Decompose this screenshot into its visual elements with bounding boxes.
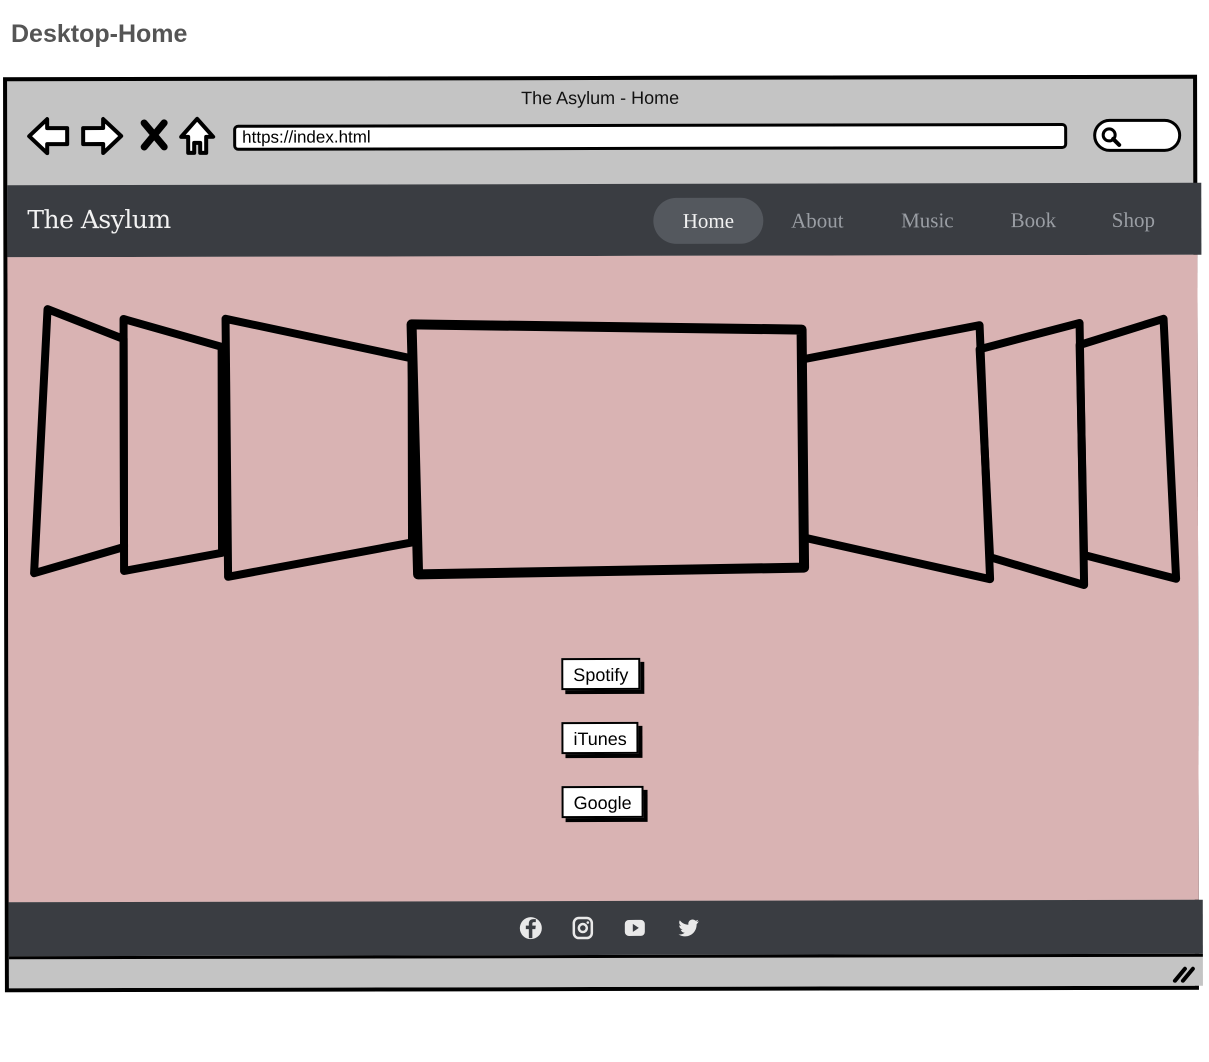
twitter-icon[interactable] xyxy=(675,914,703,942)
forward-arrow-icon[interactable] xyxy=(79,115,125,157)
nav-about[interactable]: About xyxy=(769,197,865,243)
search-icon xyxy=(1101,127,1122,147)
nav-shop[interactable]: Shop xyxy=(1085,197,1181,243)
google-button[interactable]: Google xyxy=(561,785,644,819)
itunes-button[interactable]: iTunes xyxy=(561,721,639,755)
carousel-slide-5 xyxy=(797,321,995,584)
carousel-slide-1 xyxy=(30,305,129,578)
address-bar[interactable]: https://index.html xyxy=(233,123,1068,151)
carousel-slide-6 xyxy=(975,318,1089,589)
facebook-icon[interactable] xyxy=(517,914,545,942)
carousel-slide-3 xyxy=(221,314,417,581)
status-bar xyxy=(8,953,1203,989)
youtube-icon[interactable] xyxy=(621,914,649,942)
nav-music[interactable]: Music xyxy=(879,197,975,243)
window-title: The Asylum - Home xyxy=(521,87,680,109)
browser-window: The Asylum - Home https://index.html The… xyxy=(3,74,1203,993)
home-icon[interactable] xyxy=(177,115,217,157)
spotify-button[interactable]: Spotify xyxy=(561,657,641,691)
frame-label: Desktop-Home xyxy=(11,20,188,48)
close-icon[interactable] xyxy=(139,115,169,157)
nav-book[interactable]: Book xyxy=(985,197,1081,243)
carousel-slide-2 xyxy=(119,314,227,575)
image-carousel[interactable] xyxy=(7,255,1198,597)
site-header: The Asylum Home About Music Book Shop xyxy=(7,182,1202,258)
browser-search-box[interactable] xyxy=(1093,118,1182,152)
nav-home[interactable]: Home xyxy=(653,197,764,244)
instagram-icon[interactable] xyxy=(569,914,597,942)
carousel-slide-7 xyxy=(1075,314,1181,583)
main-content: Spotify iTunes Google xyxy=(7,254,1199,903)
site-brand[interactable]: The Asylum xyxy=(27,205,170,234)
resize-grip-icon[interactable] xyxy=(1171,963,1195,983)
carousel-slide-center xyxy=(406,319,810,580)
site-footer xyxy=(8,899,1203,957)
back-arrow-icon[interactable] xyxy=(25,115,71,157)
